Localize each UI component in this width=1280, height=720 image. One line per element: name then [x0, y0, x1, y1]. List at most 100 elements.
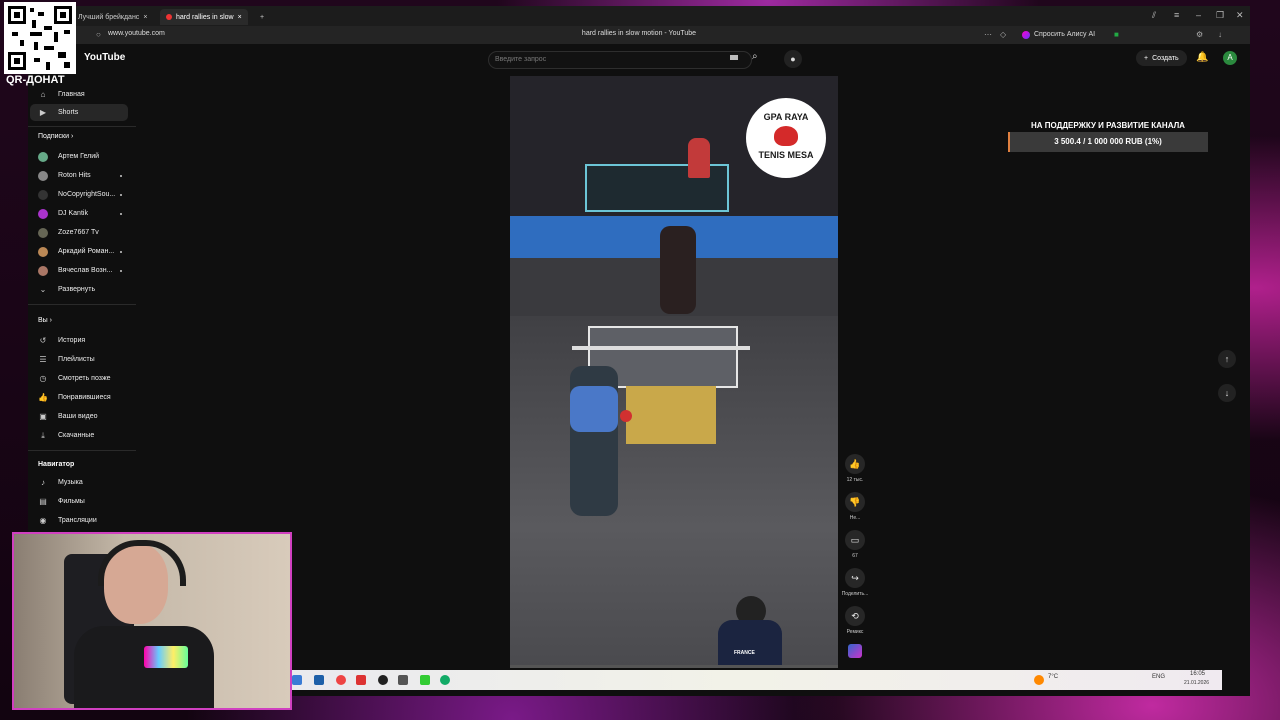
channel-avatar: [38, 208, 48, 219]
keyboard-icon[interactable]: [730, 55, 738, 60]
channel-avatar-button[interactable]: [840, 644, 870, 658]
you-label: Вы: [38, 317, 48, 324]
comments-button[interactable]: ▭ 67: [840, 530, 870, 559]
subscriptions-heading[interactable]: Подписки ›: [38, 133, 73, 140]
youtube-logo[interactable]: YouTube: [84, 52, 125, 63]
restore-icon[interactable]: ❐: [1216, 10, 1224, 21]
sidebar-item-subscription[interactable]: Roton Hits: [30, 167, 128, 184]
sidebar-item-downloads[interactable]: ⤓ Скачанные: [30, 427, 128, 444]
like-button[interactable]: 👍 12 тыс.: [840, 454, 870, 483]
sidebar-item-music[interactable]: ♪ Музыка: [30, 474, 128, 491]
remix-icon: ⟲: [845, 606, 865, 626]
sidebar-item-playlists[interactable]: ☰ Плейлисты: [30, 351, 128, 368]
like-count: 12 тыс.: [846, 477, 864, 483]
thumb-up-icon: 👍: [38, 393, 48, 402]
new-content-dot: [120, 269, 122, 272]
new-content-dot: [120, 193, 122, 196]
sidebar-item-subscription[interactable]: Артем Гелий: [30, 148, 128, 165]
divider: [28, 304, 136, 305]
sidebar-item-label: Музыка: [58, 479, 83, 486]
search-icon[interactable]: [314, 675, 324, 685]
channel-avatar: [38, 227, 48, 238]
clock-time: 16:05: [1190, 671, 1206, 677]
sidebar-item-subscription[interactable]: Вячеслав Возн...: [30, 262, 128, 279]
app-icon[interactable]: [420, 675, 430, 685]
divider: [28, 126, 136, 127]
sidebar-item-your-videos[interactable]: ▣ Ваши видео: [30, 408, 128, 425]
video-progress-bar[interactable]: [510, 665, 838, 668]
table-base: [626, 386, 716, 444]
search-icon[interactable]: ⌕: [752, 51, 758, 62]
close-icon[interactable]: ×: [238, 14, 242, 21]
minimize-icon[interactable]: –: [1196, 10, 1201, 20]
menu-icon[interactable]: ≡: [1174, 10, 1179, 20]
new-content-dot: [120, 212, 122, 215]
app-icon[interactable]: [398, 675, 408, 685]
close-icon[interactable]: ×: [143, 14, 147, 21]
create-button[interactable]: + Создать: [1136, 50, 1187, 66]
search-placeholder: Введите запрос: [495, 56, 547, 63]
sidebar-item-liked[interactable]: 👍 Понравившиеся: [30, 389, 128, 406]
dislike-button[interactable]: 👎 Не...: [840, 492, 870, 521]
bookmarks-icon[interactable]: ⫽: [1152, 10, 1156, 21]
bookmark-icon[interactable]: ◇: [1000, 30, 1006, 39]
share-button[interactable]: ↪ Поделить...: [840, 568, 870, 597]
previous-short-button[interactable]: ↑: [1218, 350, 1236, 368]
sidebar-item-live[interactable]: ◉ Трансляции: [30, 512, 128, 529]
yandex-icon[interactable]: [356, 675, 366, 685]
tab-hard-rallies[interactable]: hard rallies in slow ×: [160, 9, 248, 25]
new-tab-button[interactable]: +: [254, 9, 270, 25]
ask-alice-button[interactable]: Спросить Алису AI: [1016, 28, 1101, 41]
sidebar-item-films[interactable]: ▤ Фильмы: [30, 493, 128, 510]
browser-icon[interactable]: [336, 675, 346, 685]
sidebar-item-shorts[interactable]: ▶ Shorts: [30, 104, 128, 121]
download-icon: ⤓: [41, 430, 45, 440]
address-bar: ○ www.youtube.com hard rallies in slow m…: [28, 26, 1250, 44]
thumb-up-icon: 👍: [845, 454, 865, 474]
sidebar-item-label: Плейлисты: [58, 356, 95, 363]
microphone-icon[interactable]: ●: [784, 50, 802, 68]
sidebar-item-subscription[interactable]: DJ Kantik: [30, 205, 128, 222]
sidebar-item-label: Вячеслав Возн...: [58, 267, 113, 274]
sidebar-item-label: Аркадий Роман...: [58, 248, 115, 255]
remix-label: Ремикс: [846, 629, 864, 635]
donation-title: НА ПОДДЕРЖКУ И РАЗВИТИЕ КАНАЛА: [1031, 121, 1185, 130]
weather-icon: [1034, 675, 1044, 685]
next-short-button[interactable]: ↓: [1218, 384, 1236, 402]
near-player-figure: [570, 366, 618, 516]
sidebar-item-label: Roton Hits: [58, 172, 91, 179]
remix-button[interactable]: ⟲ Ремикс: [840, 606, 870, 635]
subscriptions-label: Подписки: [38, 133, 70, 140]
film-icon: ▤: [39, 497, 47, 506]
you-heading[interactable]: Вы ›: [38, 317, 52, 324]
sidebar-item-expand[interactable]: ⌄ Развернуть: [30, 281, 128, 298]
live-icon: ◉: [39, 516, 47, 525]
shorts-video-player[interactable]: GPA RAYA TENIS MESA FRANCE: [510, 76, 838, 668]
extension-icon[interactable]: ■: [1114, 30, 1119, 39]
channel-avatar: [38, 170, 48, 181]
shorts-icon: ▶: [39, 108, 47, 117]
start-icon[interactable]: [292, 675, 302, 685]
sidebar-item-subscription[interactable]: Zoze7667 Tv: [30, 224, 128, 241]
sidebar-item-watch-later[interactable]: ◷ Смотреть позже: [30, 370, 128, 387]
more-icon[interactable]: ⋯: [984, 30, 992, 39]
obs-icon[interactable]: [378, 675, 388, 685]
bell-icon[interactable]: 🔔: [1196, 52, 1208, 63]
webcam-overlay: [12, 532, 292, 710]
rgb-keyboard: [144, 646, 188, 668]
close-window-icon[interactable]: ✕: [1236, 10, 1244, 21]
download-icon[interactable]: ↓: [1218, 30, 1222, 39]
avatar[interactable]: A: [1223, 51, 1237, 65]
sidebar-item-label: Трансляции: [58, 517, 97, 524]
sidebar-item-home[interactable]: ⌂ Главная: [30, 86, 128, 103]
dislike-label: Не...: [849, 515, 861, 521]
tab-breakdance[interactable]: Лучший брейкданс ×: [72, 9, 153, 25]
extensions-icon[interactable]: ⚙: [1196, 30, 1203, 39]
sidebar-item-subscription[interactable]: Аркадий Роман...: [30, 243, 128, 260]
search-input[interactable]: Введите запрос: [488, 51, 752, 69]
language-indicator[interactable]: ENG: [1152, 674, 1165, 680]
comment-icon: ▭: [845, 530, 865, 550]
steam-icon[interactable]: [440, 675, 450, 685]
sidebar-item-subscription[interactable]: NoCopyrightSou...: [30, 186, 128, 203]
sidebar-item-history[interactable]: ↺ История: [30, 332, 128, 349]
